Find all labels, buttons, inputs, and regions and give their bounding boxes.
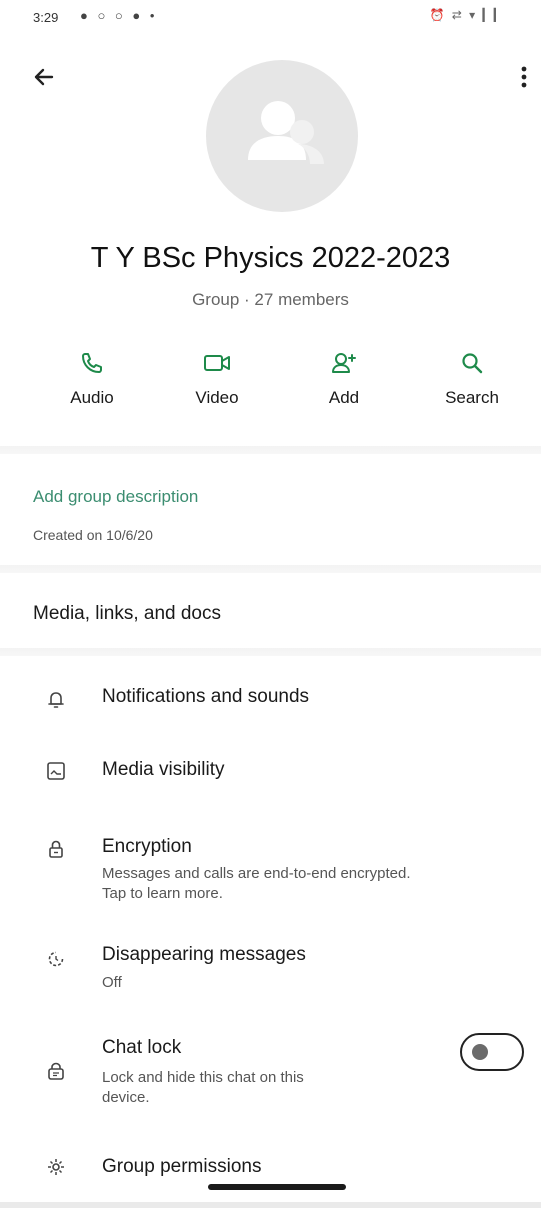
phone-icon [82,353,102,373]
encryption-title: Encryption [102,836,192,857]
group-permissions-title: Group permissions [102,1156,262,1177]
more-vertical-icon [521,66,527,88]
add-label: Add [328,388,360,407]
chat-lock-subtitle-line2: device. [102,1089,150,1106]
notification-icons: ● ○ ○ ● • [80,8,158,23]
encryption-subtitle-line1: Messages and calls are end-to-end encryp… [102,865,411,882]
add-member-button[interactable]: Add [294,350,394,408]
encryption-subtitle: Messages and calls are end-to-end encryp… [102,864,502,904]
more-options-button[interactable] [512,62,536,92]
chat-lock-icon [48,1062,64,1080]
group-title: T Y BSc Physics 2022-2023 [90,242,451,274]
audio-label: Audio [70,388,114,407]
video-label: Video [195,388,239,407]
group-avatar[interactable] [206,60,358,212]
media-visibility-title: Media visibility [102,759,225,780]
home-indicator[interactable] [208,1184,346,1190]
search-button[interactable]: Search [422,350,522,408]
media-visibility-row[interactable] [0,752,541,792]
status-time: 3:29 [33,10,59,25]
chat-lock-subtitle: Lock and hide this chat on this device. [102,1068,402,1108]
search-icon [462,353,483,374]
disappearing-messages-status: Off [102,974,122,991]
disappearing-messages-title: Disappearing messages [102,944,306,965]
timer-icon [48,951,64,967]
image-icon [47,762,65,780]
settings-icon [48,1159,64,1175]
group-member-count: Group · 27 members [192,290,349,309]
toggle-knob [472,1044,488,1060]
chat-lock-subtitle-line1: Lock and hide this chat on this [102,1069,304,1086]
media-links-docs-row[interactable]: Media, links, and docs [33,603,221,625]
search-label: Search [445,388,499,407]
created-date: Created on 10/6/20 [33,527,153,543]
section-divider [0,648,541,656]
bottom-edge [0,1202,541,1208]
chat-lock-title: Chat lock [102,1037,182,1058]
notifications-title: Notifications and sounds [102,686,310,707]
video-icon [204,355,230,371]
bell-icon [48,692,64,708]
lock-icon [49,840,63,858]
back-button[interactable] [30,62,60,92]
video-call-button[interactable]: Video [167,350,267,408]
section-divider [0,446,541,454]
audio-call-button[interactable]: Audio [42,350,142,408]
section-divider [0,565,541,573]
chat-lock-toggle[interactable] [460,1033,524,1071]
add-group-description-link[interactable]: Add group description [33,487,198,507]
group-permissions-row[interactable]: Group permissions [0,1150,541,1180]
system-status-icons: ⏰ ⇄ ▾ ▎▎ [429,8,505,22]
arrow-left-icon [34,68,54,86]
group-icon [248,101,324,164]
add-person-icon [332,353,356,373]
encryption-subtitle-line2: Tap to learn more. [102,885,223,902]
